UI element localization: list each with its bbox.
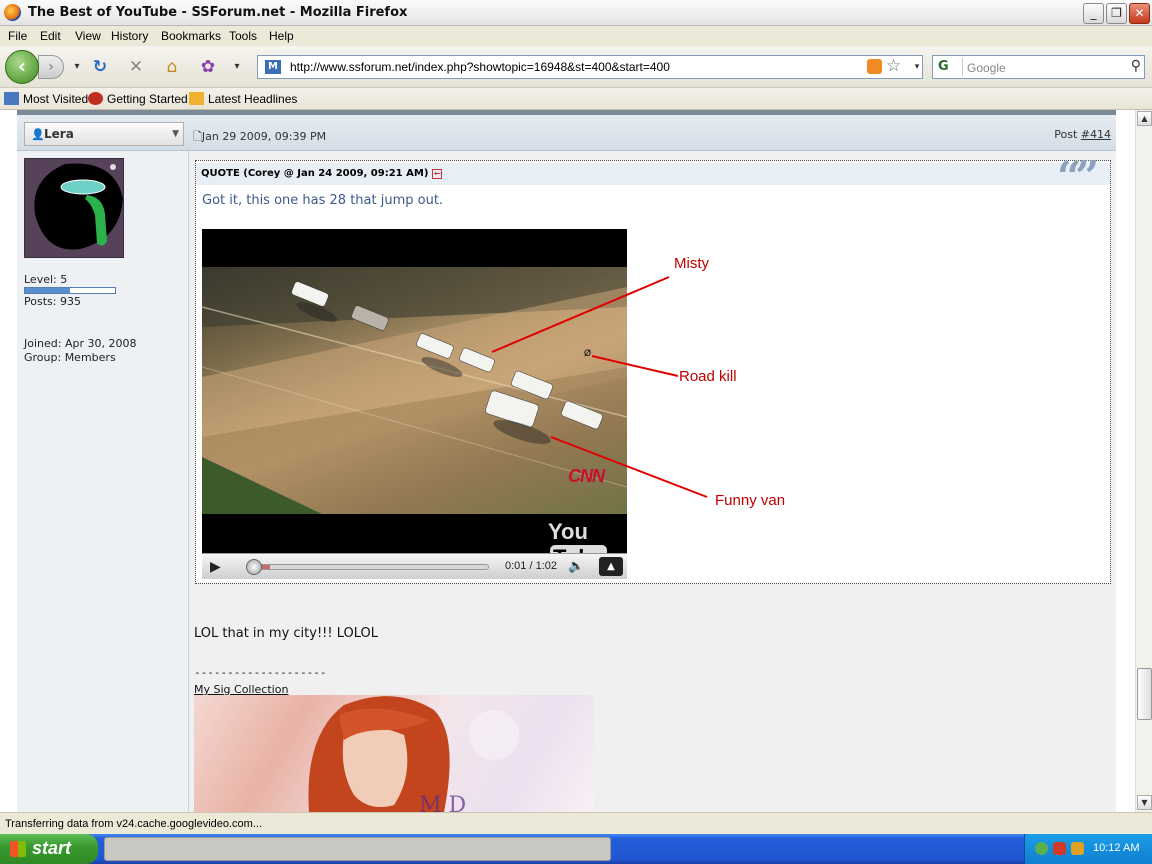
- security-icon[interactable]: [1053, 842, 1066, 855]
- status-bar: Transferring data from v24.cache.googlev…: [0, 812, 1152, 834]
- signature-image: M D: [194, 695, 594, 812]
- signature-divider: --------------------: [194, 666, 327, 679]
- start-button[interactable]: start: [0, 834, 98, 864]
- messenger-icon[interactable]: [1035, 842, 1048, 855]
- clock: 10:12 AM: [1093, 842, 1140, 854]
- post-body: LOL that in my city!!! LOLOL: [194, 626, 378, 641]
- scroll-down-icon[interactable]: ▼: [1137, 795, 1152, 810]
- scrollbar-thumb[interactable]: [1137, 668, 1152, 720]
- svg-text:Ø: Ø: [584, 348, 591, 358]
- annotation-funny-van: Funny van: [715, 492, 786, 509]
- system-tray: 10:12 AM: [1024, 834, 1152, 864]
- network-icon[interactable]: [1071, 842, 1084, 855]
- windows-logo-icon: [10, 841, 26, 857]
- svg-text:M D: M D: [419, 793, 466, 812]
- annotation-road-kill: Road kill: [679, 368, 737, 385]
- status-text: Transferring data from v24.cache.googlev…: [5, 818, 263, 830]
- taskbar-firefox-window[interactable]: [104, 837, 611, 861]
- page-scrollbar[interactable]: ▲ ▼: [1135, 110, 1152, 812]
- scroll-up-icon[interactable]: ▲: [1137, 111, 1152, 126]
- annotation-misty: Misty: [674, 255, 709, 272]
